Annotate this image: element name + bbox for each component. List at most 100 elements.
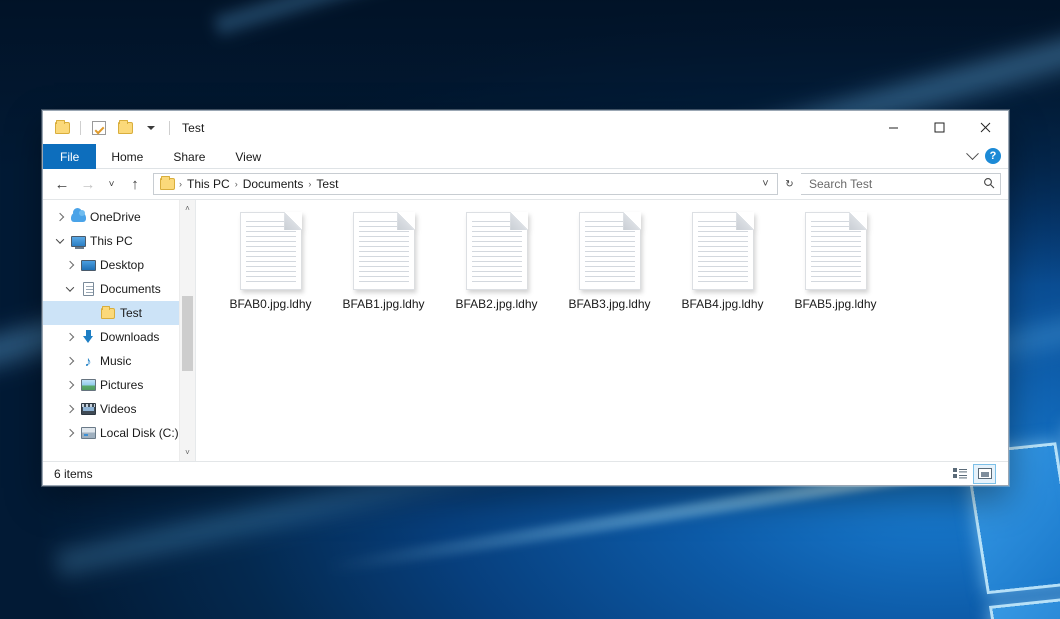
expander-icon[interactable] [61, 262, 78, 268]
title-bar: Test [43, 111, 1008, 144]
sidebar-scrollbar[interactable]: ˄ ˅ [179, 200, 195, 461]
tab-home[interactable]: Home [96, 144, 158, 169]
file-item[interactable]: BFAB4.jpg.ldhy [666, 209, 779, 311]
breadcrumb-item-this-pc[interactable]: This PC [183, 177, 234, 191]
ribbon-actions: ? [968, 144, 1008, 168]
sidebar-item-desktop[interactable]: Desktop [43, 253, 195, 277]
customize-caret-icon[interactable] [140, 117, 162, 139]
file-list-pane[interactable]: BFAB0.jpg.ldhy BFAB1.jpg.ldhy [196, 200, 1008, 461]
address-bar-row: ← → ˅ ↑ › This PC › Documents › Test ˅ ↻ [43, 169, 1008, 199]
properties-icon[interactable] [88, 117, 110, 139]
window-controls [870, 111, 1008, 144]
sidebar-item-test[interactable]: Test [43, 301, 195, 325]
sidebar-item-label: Local Disk (C:) [98, 426, 179, 440]
sidebar-item-label: Downloads [98, 330, 159, 344]
scroll-up-icon[interactable]: ˄ [180, 200, 195, 217]
cloud-icon [68, 212, 88, 222]
sidebar-item-label: OneDrive [88, 210, 141, 224]
expander-icon[interactable] [61, 430, 78, 436]
expander-icon[interactable] [51, 238, 68, 244]
navigation-pane: OneDrive This PC Desktop [43, 200, 196, 461]
view-mode-buttons [948, 464, 1004, 484]
sidebar-item-label: Videos [98, 402, 136, 416]
scrollbar-track[interactable] [180, 217, 195, 444]
minimize-button[interactable] [870, 111, 916, 144]
sidebar-item-music[interactable]: ♪ Music [43, 349, 195, 373]
large-icons-view-button[interactable] [973, 464, 996, 484]
sidebar-item-videos[interactable]: Videos [43, 397, 195, 421]
recent-locations-icon[interactable]: ˅ [102, 172, 121, 196]
expander-icon[interactable] [61, 286, 78, 292]
generic-file-icon [240, 212, 302, 290]
desktop: Test File Home Share View ? [0, 0, 1060, 619]
sidebar-item-downloads[interactable]: Downloads [43, 325, 195, 349]
file-name: BFAB0.jpg.ldhy [229, 297, 311, 311]
expander-icon[interactable] [61, 334, 78, 340]
file-item[interactable]: BFAB0.jpg.ldhy [214, 209, 327, 311]
generic-file-icon [353, 212, 415, 290]
up-button[interactable]: ↑ [123, 172, 147, 196]
sidebar-item-onedrive[interactable]: OneDrive [43, 205, 195, 229]
file-grid: BFAB0.jpg.ldhy BFAB1.jpg.ldhy [214, 209, 1008, 311]
back-button[interactable]: ← [50, 172, 74, 196]
search-box[interactable]: Search Test [801, 173, 1001, 195]
sidebar-item-label: Documents [98, 282, 161, 296]
maximize-button[interactable] [916, 111, 962, 144]
new-folder-icon[interactable] [114, 117, 136, 139]
status-bar: 6 items [43, 461, 1008, 485]
file-item[interactable]: BFAB3.jpg.ldhy [553, 209, 666, 311]
quick-access-toolbar [43, 117, 173, 139]
folder-tree: OneDrive This PC Desktop [43, 200, 195, 445]
disk-icon [78, 427, 98, 439]
file-item[interactable]: BFAB5.jpg.ldhy [779, 209, 892, 311]
sidebar-item-label: Test [118, 306, 142, 320]
tab-view[interactable]: View [220, 144, 276, 169]
breadcrumb-item-test[interactable]: Test [312, 177, 342, 191]
videos-icon [78, 403, 98, 415]
folder-icon[interactable] [51, 117, 73, 139]
search-icon[interactable] [983, 177, 995, 192]
refresh-button[interactable]: ↻ [780, 172, 799, 196]
desktop-icon [78, 260, 98, 271]
tab-share[interactable]: Share [158, 144, 220, 169]
expander-icon[interactable] [61, 406, 78, 412]
search-input[interactable]: Search Test [809, 177, 983, 191]
sidebar-item-label: Desktop [98, 258, 144, 272]
generic-file-icon [466, 212, 528, 290]
address-bar[interactable]: › This PC › Documents › Test ˅ [153, 173, 778, 195]
downloads-icon [78, 330, 98, 344]
window-title: Test [182, 121, 204, 135]
scrollbar-thumb[interactable] [182, 296, 193, 371]
scroll-down-icon[interactable]: ˅ [180, 444, 195, 461]
forward-button[interactable]: → [76, 172, 100, 196]
item-count-label: 6 items [54, 467, 93, 481]
folder-icon [98, 308, 118, 319]
help-icon[interactable]: ? [985, 148, 1001, 164]
folder-icon [160, 178, 175, 190]
breadcrumb-item-documents[interactable]: Documents [239, 177, 308, 191]
chevron-down-icon[interactable]: ˅ [756, 174, 775, 194]
file-item[interactable]: BFAB1.jpg.ldhy [327, 209, 440, 311]
tab-file[interactable]: File [43, 144, 96, 169]
sidebar-item-pictures[interactable]: Pictures [43, 373, 195, 397]
sidebar-item-documents[interactable]: Documents [43, 277, 195, 301]
sidebar-item-local-disk-c[interactable]: Local Disk (C:) [43, 421, 195, 445]
music-icon: ♪ [78, 354, 98, 368]
file-item[interactable]: BFAB2.jpg.ldhy [440, 209, 553, 311]
close-button[interactable] [962, 111, 1008, 144]
details-view-button[interactable] [948, 464, 971, 484]
expander-icon[interactable] [61, 382, 78, 388]
generic-file-icon [692, 212, 754, 290]
expander-icon[interactable] [61, 358, 78, 364]
sidebar-item-this-pc[interactable]: This PC [43, 229, 195, 253]
address-bar-actions: ˅ [756, 174, 775, 194]
pictures-icon [78, 379, 98, 391]
file-name: BFAB1.jpg.ldhy [342, 297, 424, 311]
expander-icon[interactable] [51, 214, 68, 220]
documents-icon [78, 282, 98, 296]
chevron-down-icon[interactable] [966, 147, 979, 160]
breadcrumb: › This PC › Documents › Test [178, 177, 756, 191]
file-name: BFAB4.jpg.ldhy [681, 297, 763, 311]
window-body: OneDrive This PC Desktop [43, 199, 1008, 461]
sidebar-item-label: Pictures [98, 378, 143, 392]
